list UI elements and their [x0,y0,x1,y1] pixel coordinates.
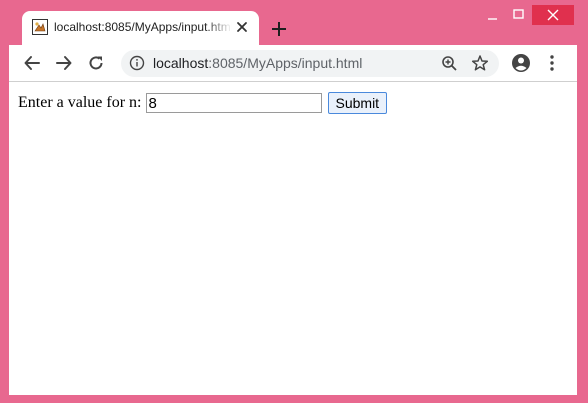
new-tab-icon[interactable] [268,18,290,40]
window-close-icon[interactable] [532,5,574,25]
tab-title: localhost:8085/MyApps/input.html [54,20,232,34]
more-menu-icon[interactable] [545,53,559,73]
browser-window: localhost:8085/MyApps/input.html localho… [0,0,588,403]
url-text[interactable]: localhost:8085/MyApps/input.html [153,55,362,71]
reload-icon[interactable] [87,54,105,72]
browser-tab[interactable]: localhost:8085/MyApps/input.html [22,11,259,45]
browser-toolbar: localhost:8085/MyApps/input.html [9,45,577,82]
n-label: Enter a value for n: [18,94,142,111]
maximize-icon[interactable] [505,4,533,26]
zoom-icon[interactable] [441,55,458,72]
input-form: Enter a value for n: Submit [18,92,388,114]
n-value-input[interactable] [145,93,322,113]
tab-close-icon[interactable] [234,19,250,35]
bookmark-star-icon[interactable] [471,54,489,72]
minimize-icon[interactable] [478,4,508,26]
back-arrow-icon[interactable] [23,54,41,72]
profile-avatar-icon[interactable] [511,53,531,73]
applet-favicon-icon [32,19,48,35]
submit-button[interactable]: Submit [327,92,388,114]
address-bar[interactable]: localhost:8085/MyApps/input.html [121,50,499,77]
url-path: :8085/MyApps/input.html [208,55,363,71]
info-icon[interactable] [129,55,145,71]
url-host: localhost [153,55,209,71]
page-content: Enter a value for n: Submit [9,82,577,395]
forward-arrow-icon[interactable] [55,54,73,72]
